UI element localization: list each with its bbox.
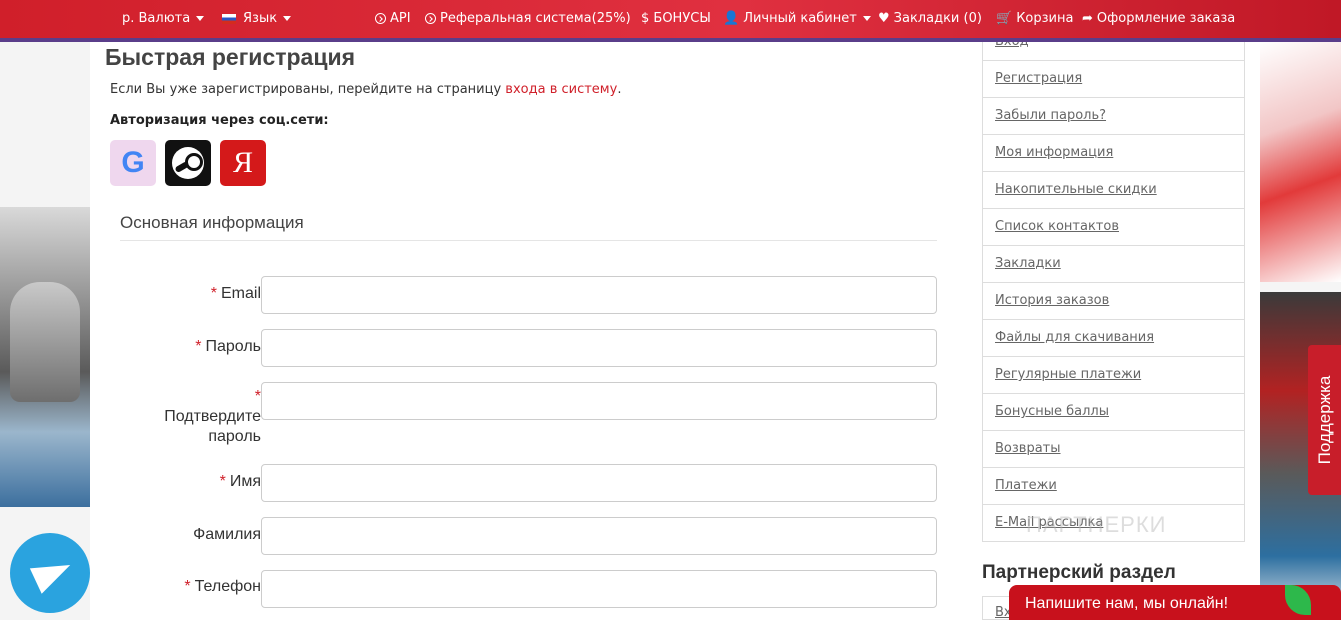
chevron-down-icon bbox=[283, 16, 292, 21]
api-link[interactable]: API bbox=[375, 11, 411, 26]
sidebar-item-order-history[interactable]: История заказов bbox=[982, 283, 1245, 320]
api-label: API bbox=[390, 11, 411, 26]
cart-label: Корзина bbox=[1016, 11, 1074, 26]
user-icon: 👤 bbox=[723, 11, 740, 26]
heart-icon: ♥ bbox=[878, 11, 890, 26]
google-icon: G bbox=[121, 146, 145, 179]
social-auth-title: Авторизация через соц.сети: bbox=[110, 113, 329, 128]
login-link[interactable]: входа в систему bbox=[505, 82, 617, 97]
referral-link[interactable]: Реферальная система(25%) bbox=[425, 11, 631, 26]
sidebar-item-bookmarks[interactable]: Закладки bbox=[982, 246, 1245, 283]
phone-field[interactable] bbox=[261, 570, 937, 608]
registration-panel: Быстрая регистрация Если Вы уже зарегист… bbox=[90, 42, 960, 620]
login-hint-end: . bbox=[617, 82, 622, 97]
phone-label-text: Телефон bbox=[194, 578, 261, 595]
account-sidebar: Вход Регистрация Забыли пароль? Моя инфо… bbox=[982, 42, 1245, 542]
required-mark: * bbox=[184, 578, 191, 595]
phone-label: * Телефон bbox=[184, 577, 261, 597]
required-mark: * bbox=[210, 285, 217, 302]
confirm-label-line2: пароль bbox=[208, 428, 261, 445]
language-label: Язык bbox=[243, 11, 278, 26]
google-login-button[interactable]: G bbox=[110, 140, 156, 186]
chevron-down-icon bbox=[862, 16, 871, 21]
required-mark: * bbox=[195, 338, 202, 355]
section-title: Основная информация bbox=[120, 213, 304, 232]
last-name-field[interactable] bbox=[261, 517, 937, 555]
required-mark: * bbox=[219, 473, 226, 490]
sidebar-item-bonus-points[interactable]: Бонусные баллы bbox=[982, 394, 1245, 431]
yandex-icon: Я bbox=[232, 146, 253, 179]
sidebar-item-payments[interactable]: Платежи bbox=[982, 468, 1245, 505]
login-hint: Если Вы уже зарегистрированы, перейдите … bbox=[110, 82, 621, 97]
login-hint-text: Если Вы уже зарегистрированы, перейдите … bbox=[110, 82, 506, 97]
checkout-link[interactable]: ➦ Оформление заказа bbox=[1082, 11, 1235, 26]
telegram-button[interactable] bbox=[10, 533, 90, 613]
background-art-face bbox=[10, 282, 80, 402]
account-dropdown[interactable]: 👤 Личный кабинет bbox=[723, 11, 871, 26]
confirm-label-line1: Подтвердите bbox=[164, 408, 261, 425]
sidebar-item-my-info[interactable]: Моя информация bbox=[982, 135, 1245, 172]
sidebar-item-discounts[interactable]: Накопительные скидки bbox=[982, 172, 1245, 209]
right-background-art bbox=[1260, 42, 1341, 620]
password-field[interactable] bbox=[261, 329, 937, 367]
telegram-icon bbox=[29, 552, 77, 594]
section-divider bbox=[120, 240, 937, 241]
first-name-label: * Имя bbox=[220, 472, 261, 492]
checkout-label: Оформление заказа bbox=[1096, 11, 1236, 26]
last-name-label: Фамилия bbox=[193, 526, 261, 543]
bonus-link[interactable]: $ БОНУСЫ bbox=[641, 11, 711, 26]
chat-label: Напишите нам, мы онлайн! bbox=[1025, 595, 1229, 612]
email-label-text: Email bbox=[220, 285, 261, 302]
sidebar-item-register[interactable]: Регистрация bbox=[982, 61, 1245, 98]
language-dropdown[interactable]: Язык bbox=[222, 11, 292, 26]
email-field[interactable] bbox=[261, 276, 937, 314]
chevron-down-icon bbox=[196, 16, 205, 21]
password-label-text: Пароль bbox=[205, 338, 261, 355]
share-arrow-icon: ➦ bbox=[1082, 11, 1093, 26]
arrow-circle-icon bbox=[425, 13, 436, 24]
sidebar-item-downloads[interactable]: Файлы для скачивания bbox=[982, 320, 1245, 357]
confirm-password-label: * Подтвердите пароль bbox=[164, 387, 261, 447]
sidebar-item-recurring[interactable]: Регулярные платежи bbox=[982, 357, 1245, 394]
account-label: Личный кабинет bbox=[743, 11, 857, 26]
cart-icon: 🛒 bbox=[996, 11, 1013, 26]
watermark: ПАРТНЕРКИ bbox=[1026, 512, 1167, 537]
background-art-top bbox=[1260, 42, 1341, 282]
first-name-label-text: Имя bbox=[229, 473, 261, 490]
sidebar-item-forgot-password[interactable]: Забыли пароль? bbox=[982, 98, 1245, 135]
cart-link[interactable]: 🛒 Корзина bbox=[996, 11, 1073, 26]
page-title: Быстрая регистрация bbox=[105, 44, 356, 70]
password-label: * Пароль bbox=[195, 337, 261, 357]
referral-label: Реферальная система(25%) bbox=[440, 11, 631, 26]
currency-label: р. Валюта bbox=[122, 11, 191, 26]
first-name-field[interactable] bbox=[261, 464, 937, 502]
support-tab[interactable]: Поддержка bbox=[1308, 345, 1341, 495]
arrow-circle-icon bbox=[375, 13, 386, 24]
bonus-label: $ БОНУСЫ bbox=[641, 11, 711, 26]
required-mark: * bbox=[254, 388, 261, 405]
partner-section-title: Партнерский раздел bbox=[982, 562, 1176, 583]
support-label: Поддержка bbox=[1314, 375, 1334, 465]
bookmarks-link[interactable]: ♥ Закладки (0) bbox=[878, 11, 982, 26]
sidebar-item-login[interactable]: Вход bbox=[982, 42, 1245, 61]
steam-login-button[interactable] bbox=[165, 140, 211, 186]
russian-flag-icon bbox=[222, 13, 236, 24]
top-nav-bar: р. Валюта Язык API Реферальная система(2… bbox=[0, 0, 1341, 42]
email-label: * Email bbox=[211, 284, 261, 304]
confirm-password-field[interactable] bbox=[261, 382, 937, 420]
bookmarks-label: Закладки (0) bbox=[893, 11, 982, 26]
sidebar-item-returns[interactable]: Возвраты bbox=[982, 431, 1245, 468]
sidebar-item-contacts[interactable]: Список контактов bbox=[982, 209, 1245, 246]
currency-dropdown[interactable]: р. Валюта bbox=[122, 11, 205, 26]
steam-icon bbox=[172, 147, 204, 179]
yandex-login-button[interactable]: Я bbox=[220, 140, 266, 186]
